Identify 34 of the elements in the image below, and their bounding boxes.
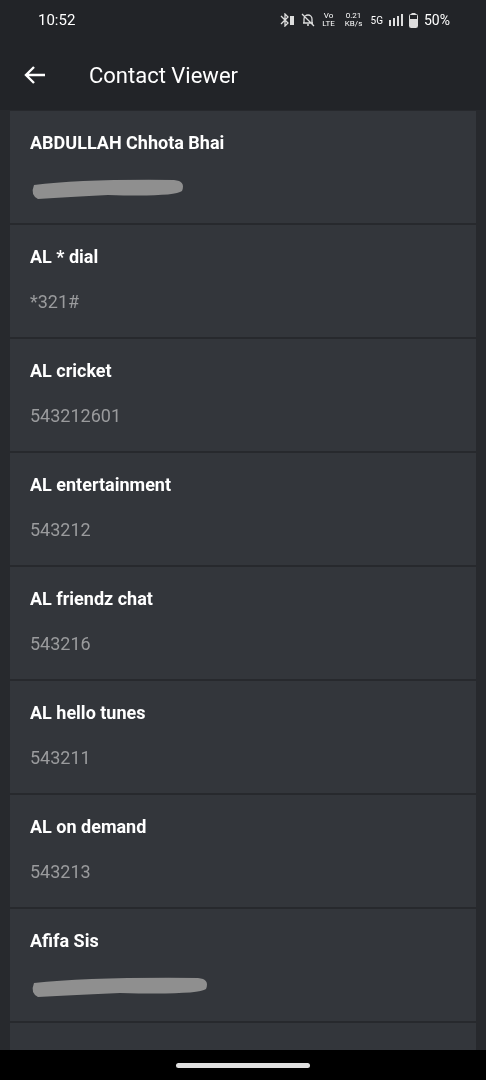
battery-icon — [409, 12, 418, 28]
contact-name: AL cricket — [30, 359, 113, 383]
contact-name: ABDULLAH Chhota Bhai — [30, 131, 226, 155]
network-speed: 0.21 KB/s — [343, 12, 364, 28]
back-arrow-icon — [24, 65, 46, 85]
contact-card[interactable]: AL hello tunes 543211 — [10, 681, 476, 793]
bluetooth-icon — [278, 13, 295, 27]
app-title: Contact Viewer — [89, 61, 239, 90]
contact-name: AL on demand — [30, 815, 148, 839]
contact-card[interactable]: AL friendz chat 543216 — [10, 567, 476, 679]
home-indicator[interactable] — [176, 1062, 310, 1068]
contact-card[interactable]: AL * dial *321# — [10, 225, 476, 337]
contact-name: AL entertainment — [30, 473, 173, 497]
contact-name: Afifa Sis — [30, 929, 100, 953]
status-time: 10:52 — [38, 9, 76, 31]
volte-label: Vo LTE — [321, 12, 336, 28]
bell-muted-icon — [300, 13, 315, 27]
phone-number: 543211 — [30, 746, 91, 770]
contact-card[interactable]: ABDULLAH Chhota Bhai — [10, 111, 476, 223]
contact-card[interactable]: AL cricket 543212601 — [10, 339, 476, 451]
phone-number: 543212601 — [30, 404, 122, 428]
contact-card[interactable]: AL entertainment 543212 — [10, 453, 476, 565]
network-type: 5G — [370, 13, 383, 28]
contact-name: AL friendz chat — [30, 587, 154, 611]
battery-percent: 50% — [424, 10, 450, 30]
contact-name: AL hello tunes — [30, 701, 147, 725]
phone-number: *321# — [30, 290, 80, 314]
signal-icon — [389, 14, 403, 26]
contact-card[interactable]: Afifa Sis — [10, 909, 476, 1021]
phone-number: 543212 — [30, 518, 91, 542]
phone-number: 543216 — [30, 632, 91, 656]
contact-name: AL * dial — [30, 245, 100, 269]
contact-card[interactable]: AL on demand 543213 — [10, 795, 476, 907]
phone-number: 543213 — [30, 860, 91, 884]
